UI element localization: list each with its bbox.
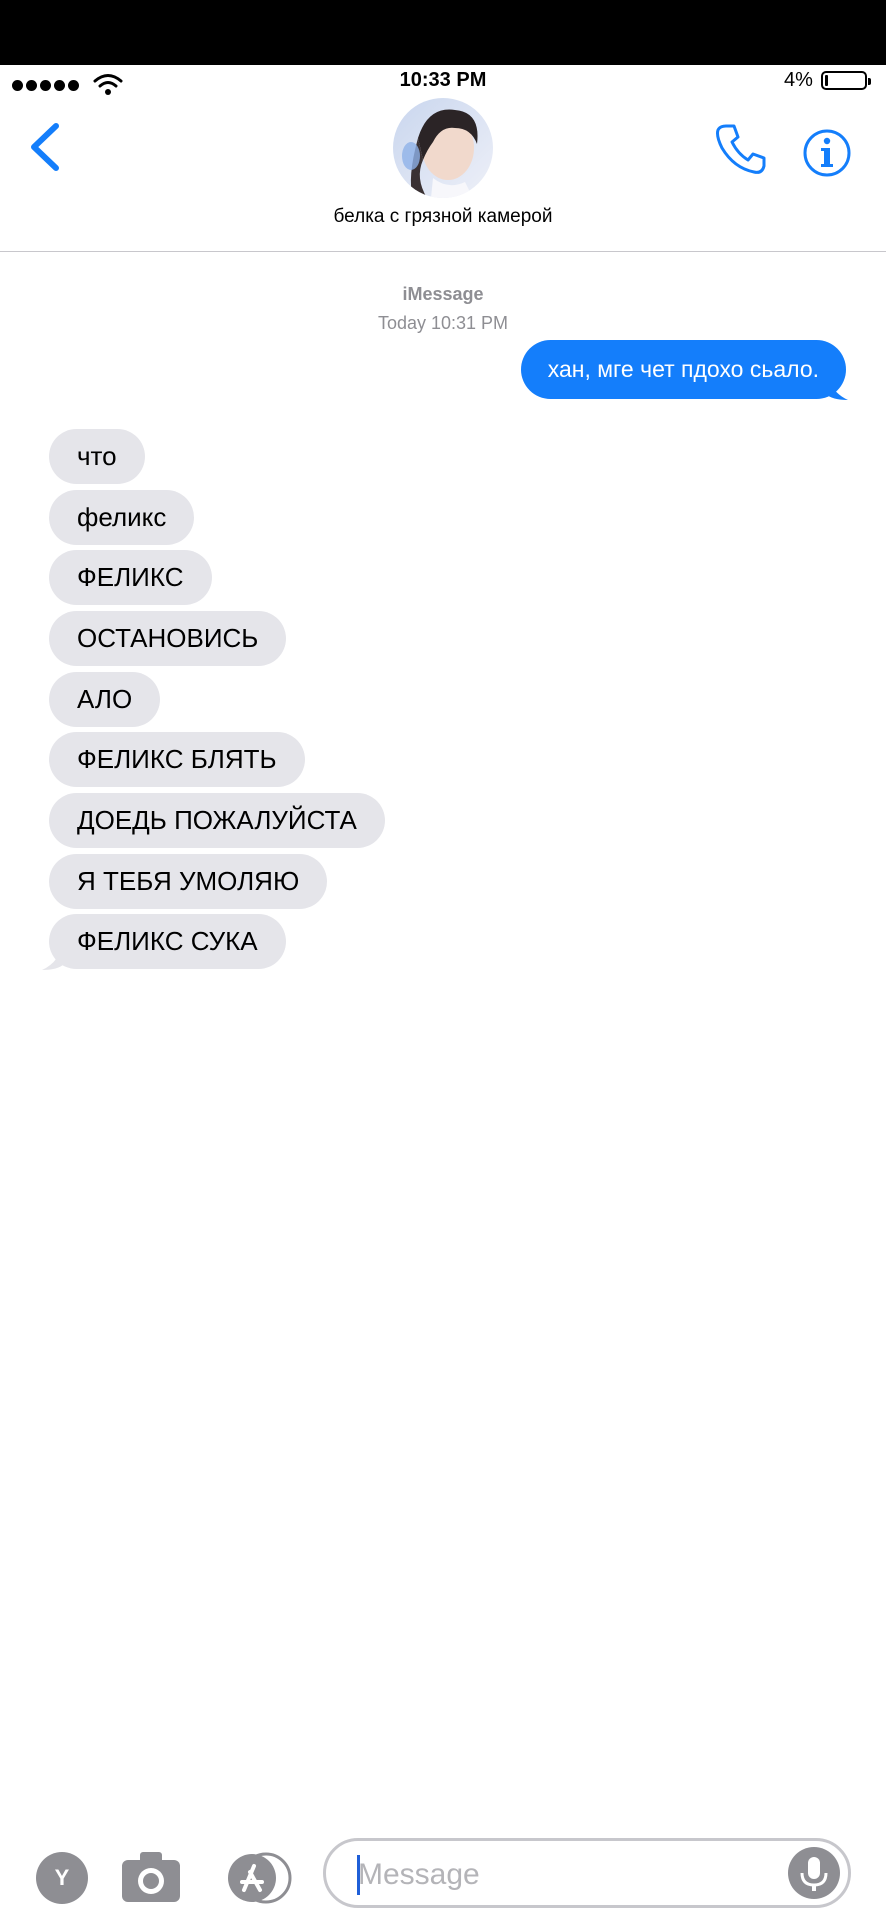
battery-icon	[821, 71, 871, 90]
contact-name[interactable]: белка с грязной камерой	[0, 206, 886, 228]
phone-icon[interactable]	[714, 122, 766, 176]
microphone-icon	[800, 1857, 828, 1891]
status-time: 10:33 PM	[399, 69, 487, 91]
incoming-message-bubble[interactable]: ОСТАНОВИСЬ	[49, 611, 287, 666]
app-store-icon[interactable]	[220, 1852, 292, 1904]
top-black-bar	[0, 0, 886, 65]
incoming-bubble-tail	[42, 940, 64, 970]
app-drawer-label: Y	[54, 1865, 70, 1890]
thread-timestamp: Today 10:31 PM	[377, 313, 509, 333]
incoming-message-bubble[interactable]: ФЕЛИКС	[49, 550, 212, 605]
message-input[interactable]	[356, 1853, 790, 1897]
info-icon[interactable]	[802, 128, 852, 178]
outgoing-bubble-tail	[826, 370, 848, 400]
service-label: iMessage	[402, 284, 484, 304]
conversation-header: белка с грязной камерой	[0, 98, 886, 252]
message-composer-bar: Y	[0, 1838, 886, 1920]
app-drawer-button[interactable]: Y	[36, 1852, 88, 1904]
status-bar: 10:33 PM 4%	[0, 65, 886, 98]
contact-photo-icon	[393, 98, 493, 198]
incoming-message-bubble[interactable]: что	[49, 429, 145, 484]
microphone-button[interactable]	[788, 1847, 840, 1899]
incoming-message-bubble[interactable]: ДОЕДЬ ПОЖАЛУЙСТА	[49, 793, 385, 848]
back-chevron-icon[interactable]	[22, 120, 66, 174]
incoming-message-bubble[interactable]: АЛО	[49, 672, 161, 727]
incoming-message-bubble[interactable]: феликс	[49, 490, 195, 545]
battery-percentage: 4%	[784, 69, 813, 91]
outgoing-message-bubble[interactable]: хан, мге чет пдохо сьало.	[520, 340, 846, 399]
contact-avatar[interactable]	[393, 98, 493, 198]
incoming-message-bubble[interactable]: ФЕЛИКС СУКА	[49, 914, 286, 969]
incoming-message-bubble[interactable]: ФЕЛИКС БЛЯТЬ	[49, 732, 305, 787]
message-input-field[interactable]	[323, 1838, 851, 1908]
camera-icon[interactable]	[120, 1850, 182, 1904]
incoming-message-bubble[interactable]: Я ТЕБЯ УМОЛЯЮ	[49, 854, 328, 909]
